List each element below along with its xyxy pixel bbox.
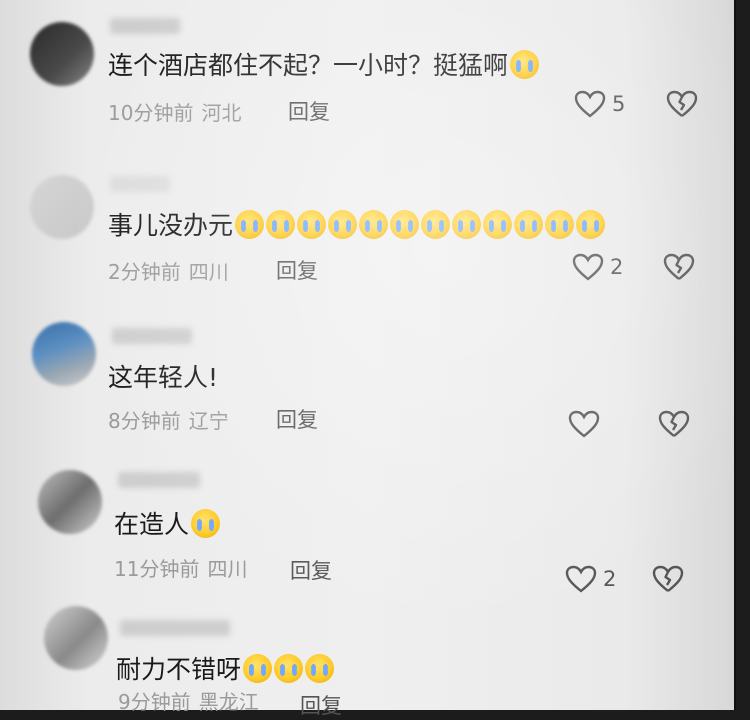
- like-button[interactable]: 2: [572, 253, 623, 281]
- comment-location: 辽宁: [188, 409, 229, 433]
- crying-laughing-emoji: [483, 209, 513, 239]
- like-count: 5: [612, 92, 626, 116]
- avatar[interactable]: [44, 606, 108, 670]
- comment-text: 耐力不错呀: [116, 650, 335, 686]
- dislike-button[interactable]: [666, 90, 698, 122]
- emoji-row: [241, 653, 335, 683]
- reply-button[interactable]: 回复: [290, 555, 332, 585]
- crying-laughing-emoji: [305, 653, 335, 683]
- comment-text-content: 在造人: [114, 510, 190, 539]
- comment-location: 四川: [188, 260, 229, 284]
- comment-text: 在造人: [114, 505, 221, 541]
- comment-time: 9分钟前: [118, 690, 191, 714]
- comment-time: 11分钟前: [114, 557, 200, 581]
- broken-heart-icon: [658, 410, 690, 437]
- comment-text: 这年轻人!: [108, 358, 218, 394]
- crying-laughing-emoji: [514, 209, 544, 239]
- heart-outline-icon: [572, 253, 604, 281]
- crying-laughing-emoji: [576, 209, 606, 239]
- comment-meta: 2分钟前 四川: [108, 256, 229, 285]
- crying-laughing-emoji: [421, 209, 451, 239]
- comment-text-content: 耐力不错呀: [116, 655, 242, 684]
- crying-laughing-emoji: [297, 209, 327, 239]
- comment-meta: 11分钟前 四川: [114, 553, 247, 582]
- crying-laughing-emoji: [510, 49, 540, 79]
- username-blurred[interactable]: [118, 472, 200, 488]
- dislike-button[interactable]: [663, 253, 695, 285]
- reply-button[interactable]: 回复: [276, 255, 318, 285]
- crying-laughing-emoji: [452, 209, 482, 239]
- comment-time: 2分钟前: [108, 260, 181, 284]
- comment-location: 四川: [207, 557, 248, 581]
- crying-laughing-emoji: [390, 209, 420, 239]
- like-button[interactable]: 5: [574, 90, 625, 118]
- broken-heart-icon: [652, 565, 684, 592]
- crying-laughing-emoji: [359, 209, 389, 239]
- username-blurred[interactable]: [120, 620, 230, 636]
- comment-time: 10分钟前: [108, 101, 194, 125]
- crying-laughing-emoji: [235, 209, 265, 239]
- reply-button[interactable]: 回复: [300, 690, 342, 720]
- crying-laughing-emoji: [274, 653, 304, 683]
- dislike-button[interactable]: [652, 565, 684, 597]
- like-button[interactable]: 2: [565, 565, 616, 593]
- comment-list-screen: 连个酒店都住不起？一小时？挺猛啊 10分钟前 河北 回复 5 事儿没办元 2分钟前…: [0, 0, 736, 718]
- heart-outline-icon: [574, 90, 606, 118]
- avatar[interactable]: [32, 322, 96, 386]
- username-blurred[interactable]: [112, 328, 192, 344]
- heart-outline-icon: [568, 410, 600, 438]
- username-blurred[interactable]: [110, 176, 170, 192]
- like-button[interactable]: [568, 410, 600, 438]
- crying-laughing-emoji: [243, 653, 273, 683]
- avatar[interactable]: [38, 470, 102, 534]
- like-count: 2: [603, 567, 617, 591]
- comment-time: 8分钟前: [108, 409, 181, 433]
- like-count: 2: [610, 255, 624, 279]
- crying-laughing-emoji: [266, 209, 296, 239]
- reply-button[interactable]: 回复: [288, 96, 330, 126]
- comment-text-content: 这年轻人!: [108, 363, 219, 392]
- comment-text-content: 连个酒店都住不起？一小时？挺猛啊: [108, 51, 509, 80]
- emoji-row: [233, 209, 606, 239]
- comment-text: 连个酒店都住不起？一小时？挺猛啊: [108, 46, 540, 82]
- dislike-button[interactable]: [658, 410, 690, 442]
- comment-location: 黑龙江: [198, 690, 259, 714]
- reply-button[interactable]: 回复: [276, 404, 318, 434]
- avatar[interactable]: [30, 22, 94, 86]
- crying-laughing-emoji: [328, 209, 358, 239]
- broken-heart-icon: [663, 253, 695, 280]
- comment-meta: 9分钟前 黑龙江: [118, 686, 259, 715]
- comment-location: 河北: [201, 101, 242, 125]
- comment-text-content: 事儿没办元: [108, 211, 234, 240]
- username-blurred[interactable]: [110, 18, 180, 34]
- crying-laughing-emoji: [191, 508, 221, 538]
- heart-outline-icon: [565, 565, 597, 593]
- avatar[interactable]: [30, 175, 94, 239]
- comment-meta: 8分钟前 辽宁: [108, 405, 229, 434]
- broken-heart-icon: [666, 90, 698, 117]
- comment-meta: 10分钟前 河北: [108, 97, 241, 126]
- crying-laughing-emoji: [545, 209, 575, 239]
- comment-text: 事儿没办元: [108, 206, 606, 242]
